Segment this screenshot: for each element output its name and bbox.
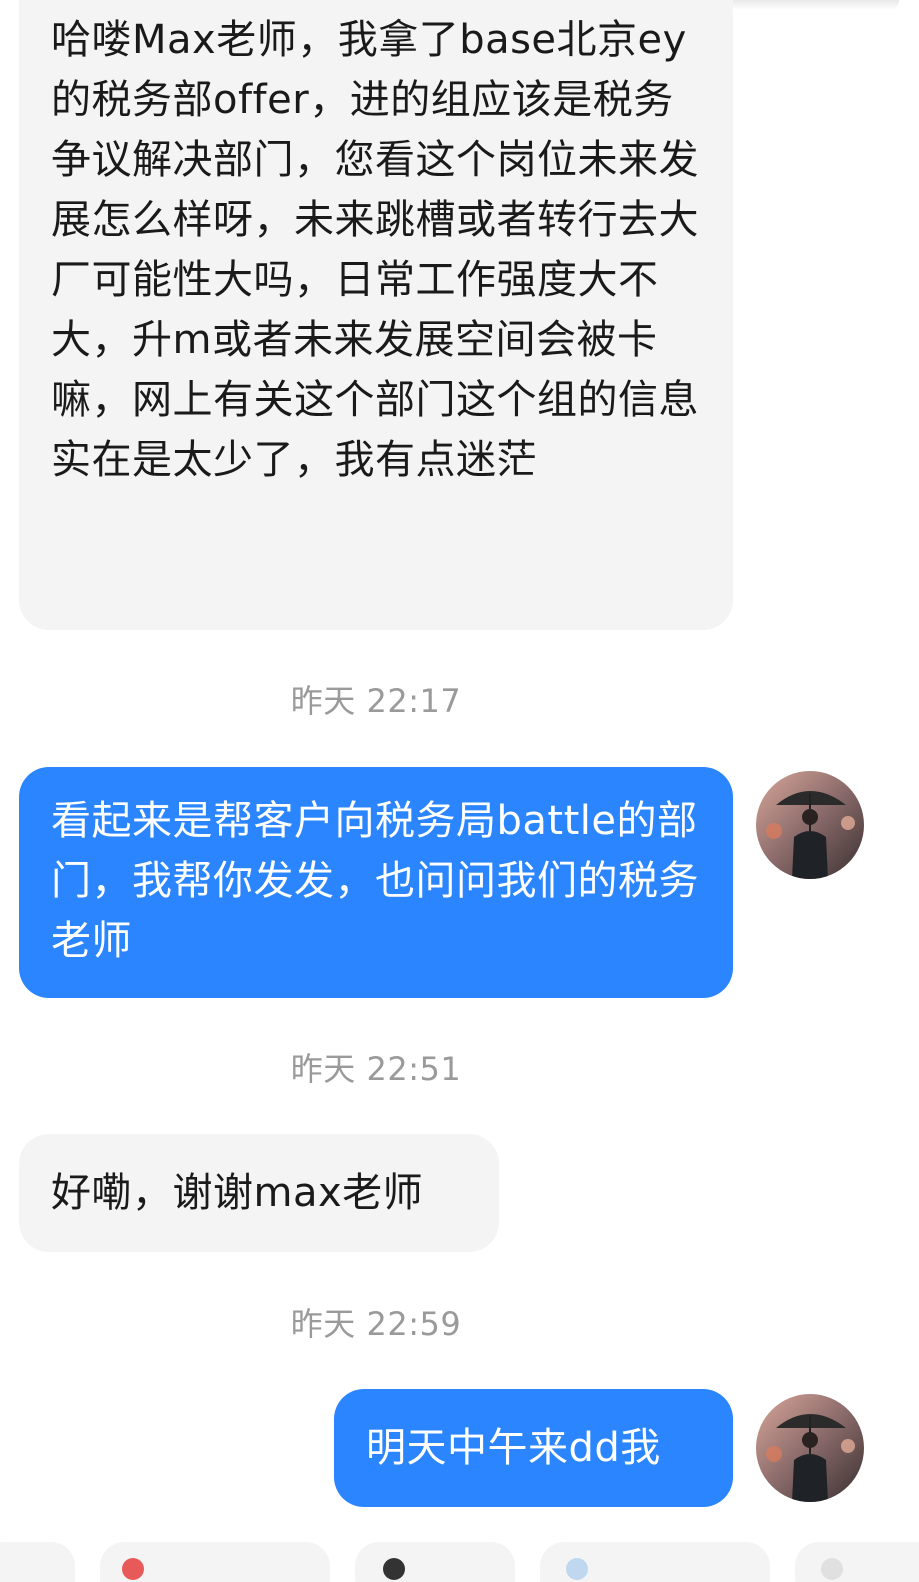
message-incoming-thanks[interactable]: 好嘞，谢谢max老师 (19, 1134, 499, 1252)
chip-icon (383, 1558, 405, 1580)
avatar[interactable] (756, 1394, 864, 1502)
chat-thread: 哈喽Max老师，我拿了base北京ey的税务部offer，进的组应该是税务争议解… (0, 0, 919, 1582)
message-outgoing-followup[interactable]: 明天中午来dd我 (334, 1389, 733, 1507)
timestamp: 昨天 22:59 (290, 1305, 462, 1343)
timestamp: 昨天 22:17 (290, 682, 462, 720)
chip-icon (122, 1558, 144, 1580)
avatar-man-with-umbrella-icon (756, 1394, 864, 1502)
quick-action-chip[interactable] (540, 1542, 770, 1582)
message-incoming-question[interactable]: 哈喽Max老师，我拿了base北京ey的税务部offer，进的组应该是税务争议解… (19, 0, 733, 630)
avatar[interactable] (756, 771, 864, 879)
quick-action-bar (0, 1542, 919, 1582)
quick-action-chip[interactable] (795, 1542, 919, 1582)
quick-action-chip[interactable] (100, 1542, 330, 1582)
chip-icon (821, 1558, 843, 1580)
chip-icon (566, 1558, 588, 1580)
quick-action-chip[interactable] (355, 1542, 515, 1582)
message-outgoing-reply[interactable]: 看起来是帮客户向税务局battle的部门，我帮你发发，也问问我们的税务老师 (19, 767, 733, 998)
quick-action-chip[interactable] (0, 1542, 75, 1582)
timestamp: 昨天 22:51 (290, 1050, 462, 1088)
avatar-man-with-umbrella-icon (756, 771, 864, 879)
